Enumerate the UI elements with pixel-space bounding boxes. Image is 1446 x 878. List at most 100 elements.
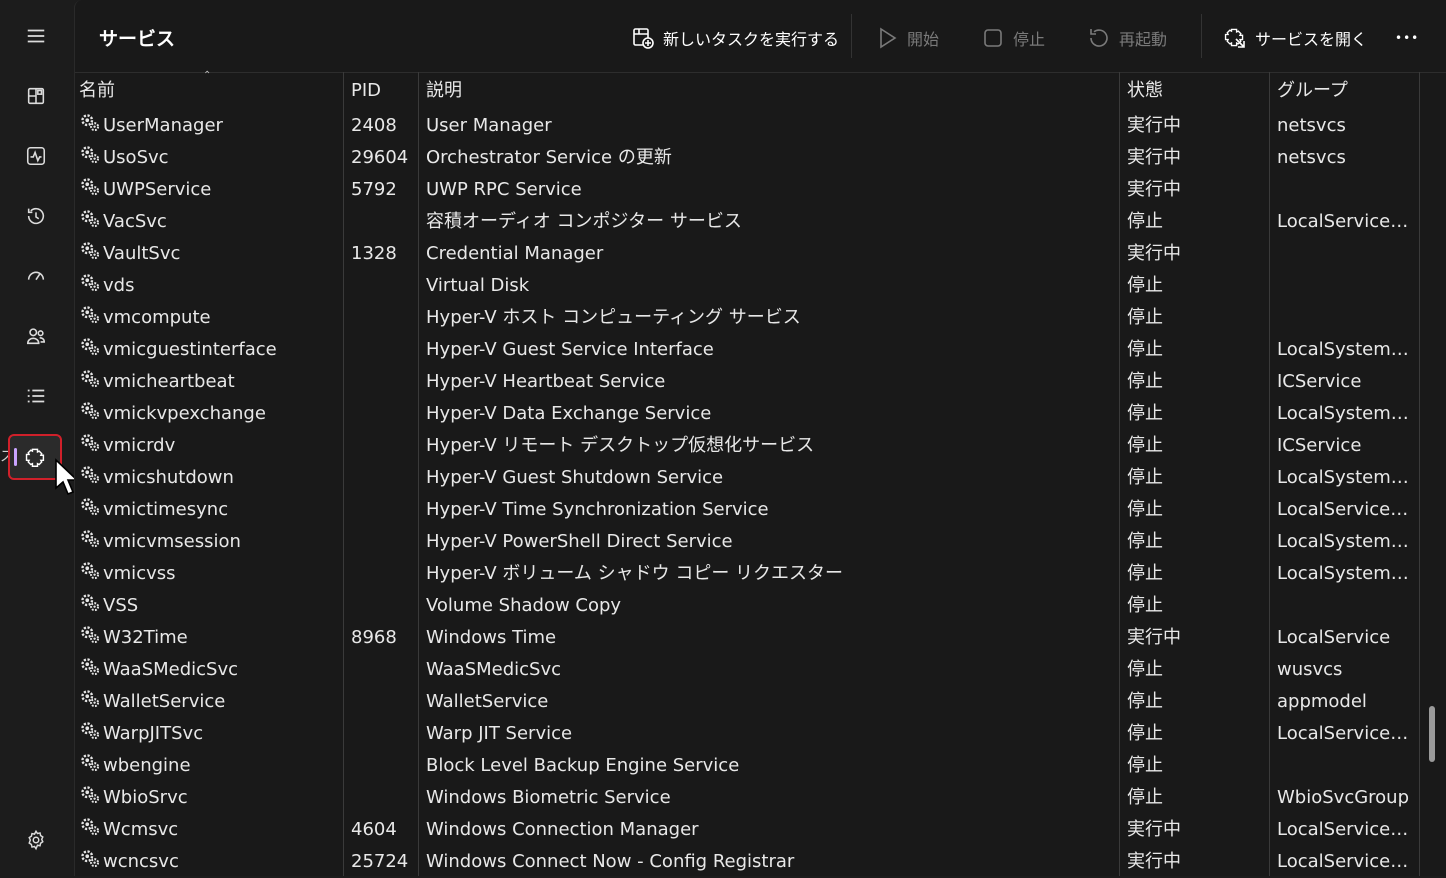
service-name-cell: VacSvc <box>79 206 341 238</box>
hamburger-menu-icon[interactable] <box>16 16 56 56</box>
service-group: LocalSystemN... <box>1277 339 1417 360</box>
service-name-cell: vmicshutdown <box>79 462 341 494</box>
table-row[interactable]: UsoSvc 29604 Orchestrator Service の更新 実行中 ne… <box>75 142 1421 174</box>
service-status: 停止 <box>1127 467 1163 488</box>
column-header-name[interactable]: 名前 <box>79 72 341 110</box>
toolbar-divider <box>851 14 852 58</box>
app-history-icon[interactable] <box>16 196 56 236</box>
service-description: UWP RPC Service <box>426 179 582 200</box>
service-description: Windows Time <box>426 627 557 648</box>
service-name: vmictimesync <box>103 499 229 520</box>
table-row[interactable]: wcncsvc 25724 Windows Connect Now - Config… <box>75 846 1421 878</box>
table-row[interactable]: WaaSMedicSvc WaaSMedicSvc 停止 wusvcs <box>75 654 1421 686</box>
service-name: VacSvc <box>103 211 167 232</box>
service-status: 実行中 <box>1127 243 1181 264</box>
service-name: vmickvpexchange <box>103 403 266 424</box>
table-row[interactable]: wbengine Block Level Backup Engine Servic… <box>75 750 1421 782</box>
service-name-cell: VSS <box>79 590 341 622</box>
table-row[interactable]: vmicvss Hyper-V ボリューム シャドウ コピー リクエスター 停止 Lo… <box>75 558 1421 590</box>
service-description: WaaSMedicSvc <box>426 659 562 680</box>
service-status: 停止 <box>1127 563 1163 584</box>
more-options-icon[interactable]: ••• <box>1395 22 1419 54</box>
table-row[interactable]: WalletService WalletService 停止 appmodel <box>75 686 1421 718</box>
table-row[interactable]: WbioSrvc Windows Biometric Service 停止 WbioS… <box>75 782 1421 814</box>
service-name: vmcompute <box>103 307 211 328</box>
service-gear-icon <box>81 658 100 676</box>
performance-icon[interactable] <box>16 136 56 176</box>
open-services-icon <box>1224 28 1245 48</box>
service-gear-icon <box>81 370 100 388</box>
service-status: 停止 <box>1127 531 1163 552</box>
table-row[interactable]: vds Virtual Disk 停止 <box>75 270 1421 302</box>
settings-gear-icon[interactable] <box>16 820 56 860</box>
service-description: Warp JIT Service <box>426 723 573 744</box>
open-services-button[interactable]: サービスを開く <box>1223 22 1367 54</box>
table-row[interactable]: VaultSvc 1328 Credential Manager 実行中 <box>75 238 1421 270</box>
table-row[interactable]: vmicguestinterface Hyper-V Guest Service … <box>75 334 1421 366</box>
service-description: Windows Connection Manager <box>426 819 699 840</box>
table-row[interactable]: vmcompute Hyper-V ホスト コンピューティング サービス 停止 <box>75 302 1421 334</box>
table-row[interactable]: WarpJITSvc Warp JIT Service 停止 LocalService… <box>75 718 1421 750</box>
collapsed-label-fragment: ス <box>0 449 8 465</box>
service-group: ICService <box>1277 371 1362 392</box>
service-description: Hyper-V ホスト コンピューティング サービス <box>426 307 801 328</box>
service-description: 容積オーディオ コンポジター サービス <box>426 211 742 232</box>
details-list-icon[interactable] <box>16 376 56 416</box>
toolbar: サービス 新しいタスクを実行する 開始 停止 再起動 サービスを開く ••• <box>75 0 1446 73</box>
service-gear-icon <box>81 562 100 580</box>
column-header-group[interactable]: グループ <box>1277 72 1417 110</box>
service-group: LocalServiceA... <box>1277 851 1417 872</box>
service-name-cell: WaaSMedicSvc <box>79 654 341 686</box>
service-gear-icon <box>81 818 100 836</box>
stop-icon <box>984 29 1002 47</box>
column-header-status[interactable]: 状態 <box>1127 72 1267 110</box>
table-row[interactable]: vmicheartbeat Hyper-V Heartbeat Service 停止… <box>75 366 1421 398</box>
table-row[interactable]: vmicvmsession Hyper-V PowerShell Direct S… <box>75 526 1421 558</box>
service-name-cell: UserManager <box>79 110 341 142</box>
users-icon[interactable] <box>16 316 56 356</box>
service-name: UserManager <box>103 115 223 136</box>
service-gear-icon <box>81 786 100 804</box>
vertical-scrollbar-thumb[interactable] <box>1429 706 1435 762</box>
service-description: Hyper-V リモート デスクトップ仮想化サービス <box>426 435 815 456</box>
processes-icon[interactable] <box>16 76 56 116</box>
toolbar-divider <box>1201 14 1202 58</box>
column-header-description[interactable]: 説明 <box>426 72 1116 110</box>
table-row[interactable]: UWPService 5792 UWP RPC Service 実行中 <box>75 174 1421 206</box>
table-row[interactable]: VacSvc 容積オーディオ コンポジター サービス 停止 LocalServiceN… <box>75 206 1421 238</box>
table-row[interactable]: UserManager 2408 User Manager 実行中 netsvcs <box>75 110 1421 142</box>
stop-button[interactable]: 停止 <box>981 22 1045 54</box>
service-status: 停止 <box>1127 755 1163 776</box>
service-gear-icon <box>81 306 100 324</box>
service-description: Hyper-V Data Exchange Service <box>426 403 712 424</box>
table-row[interactable]: vmicshutdown Hyper-V Guest Shutdown Servi… <box>75 462 1421 494</box>
service-gear-icon <box>81 754 100 772</box>
column-header-pid[interactable]: PID <box>351 72 419 110</box>
service-name: W32Time <box>103 627 188 648</box>
table-row[interactable]: vmictimesync Hyper-V Time Synchronization… <box>75 494 1421 526</box>
service-group: LocalSystemN... <box>1277 467 1417 488</box>
table-row[interactable]: Wcmsvc 4604 Windows Connection Manager 実行中 L… <box>75 814 1421 846</box>
service-name: vmicvss <box>103 563 176 584</box>
service-name-cell: VaultSvc <box>79 238 341 270</box>
start-button[interactable]: 開始 <box>875 22 939 54</box>
table-row[interactable]: VSS Volume Shadow Copy 停止 <box>75 590 1421 622</box>
run-new-task-button[interactable]: 新しいタスクを実行する <box>631 22 839 54</box>
service-description: Windows Connect Now - Config Registrar <box>426 851 795 872</box>
service-description: WalletService <box>426 691 549 712</box>
service-name-cell: vmicguestinterface <box>79 334 341 366</box>
service-name: vmicheartbeat <box>103 371 235 392</box>
table-row[interactable]: vmicrdv Hyper-V リモート デスクトップ仮想化サービス 停止 ICSer… <box>75 430 1421 462</box>
service-status: 実行中 <box>1127 819 1181 840</box>
service-gear-icon <box>81 434 100 452</box>
table-row[interactable]: W32Time 8968 Windows Time 実行中 LocalService <box>75 622 1421 654</box>
startup-apps-icon[interactable] <box>16 256 56 296</box>
service-gear-icon <box>81 210 100 228</box>
service-name-cell: vmickvpexchange <box>79 398 341 430</box>
service-pid: 5792 <box>351 179 397 200</box>
restart-button[interactable]: 再起動 <box>1087 22 1167 54</box>
service-name: WarpJITSvc <box>103 723 204 744</box>
service-description: User Manager <box>426 115 552 136</box>
service-name-cell: vmcompute <box>79 302 341 334</box>
table-row[interactable]: vmickvpexchange Hyper-V Data Exchange Ser… <box>75 398 1421 430</box>
